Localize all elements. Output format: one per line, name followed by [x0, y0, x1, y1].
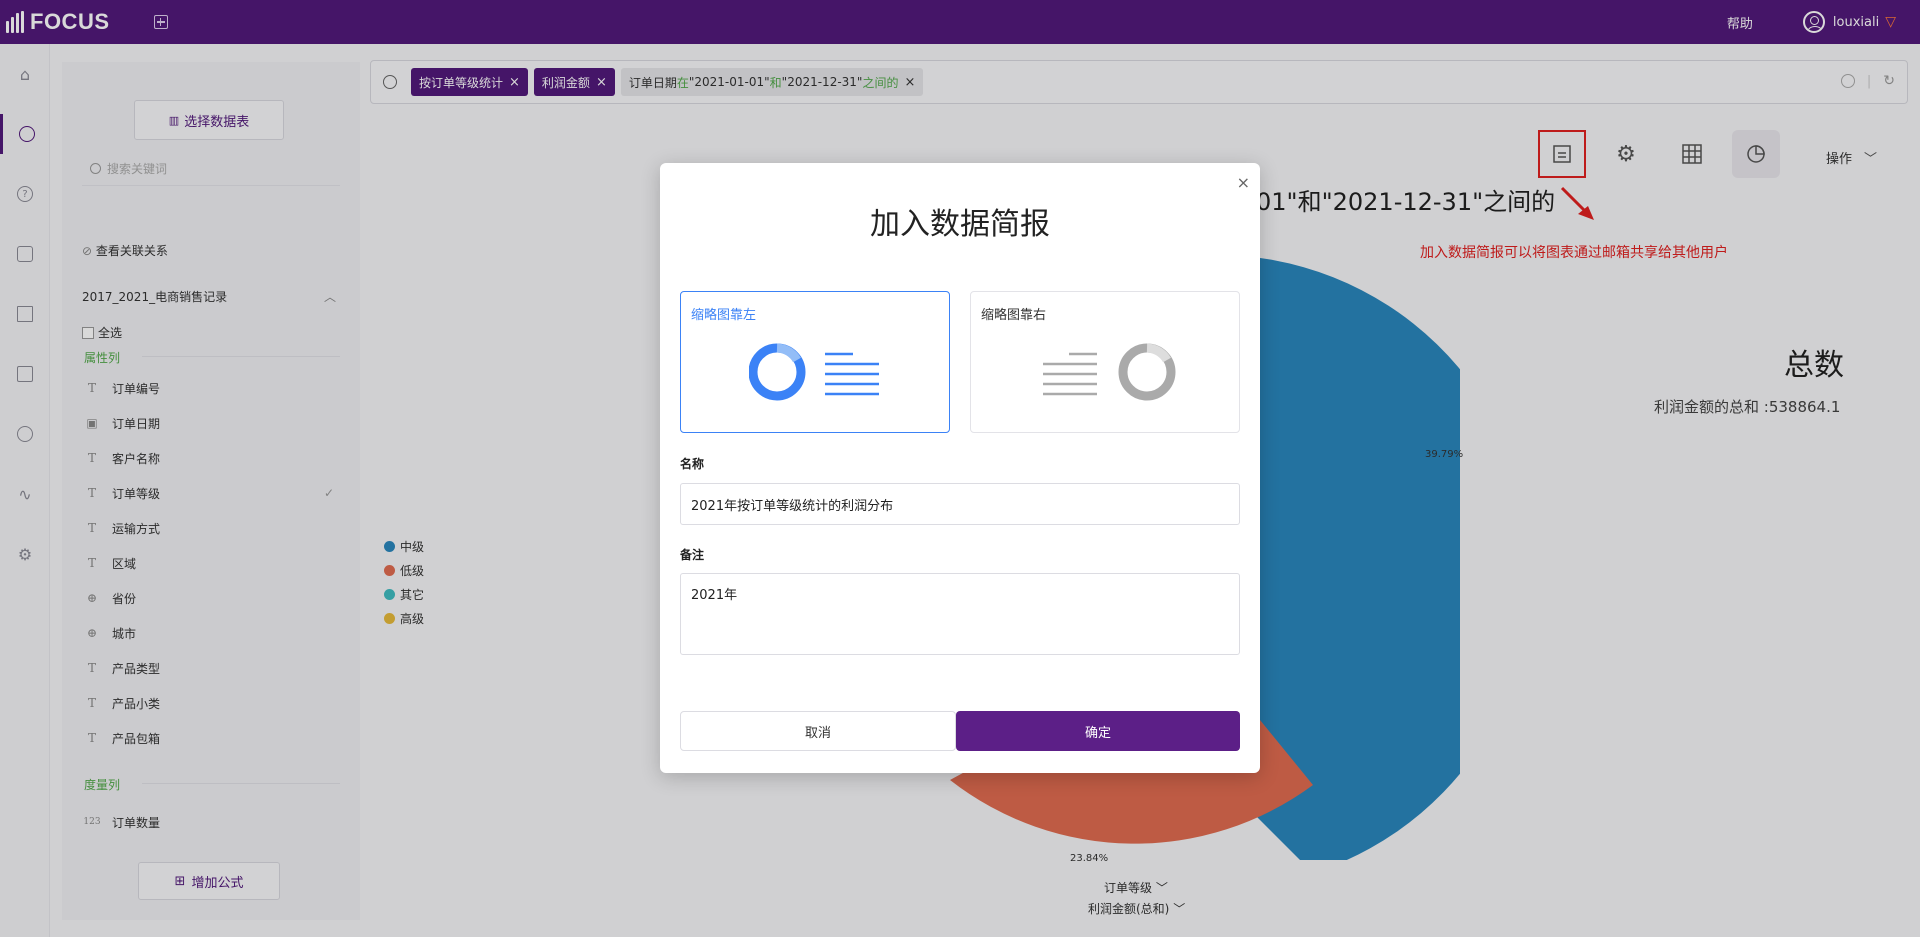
- note-field-label: 备注: [680, 548, 705, 562]
- layout-option-label: 缩略图靠右: [981, 308, 1047, 323]
- confirm-button[interactable]: 确定: [956, 711, 1240, 751]
- layout-option-label: 缩略图靠左: [691, 308, 757, 323]
- name-field-label: 名称: [680, 457, 705, 471]
- close-icon[interactable]: ×: [1237, 173, 1250, 192]
- note-textarea[interactable]: 2021年: [680, 573, 1240, 655]
- dialog-title: 加入数据简报: [870, 207, 1050, 242]
- layout-option-right[interactable]: 缩略图靠右: [970, 291, 1240, 433]
- name-input[interactable]: [680, 483, 1240, 525]
- cancel-button[interactable]: 取消: [680, 711, 956, 751]
- add-to-report-dialog: × 加入数据简报 缩略图靠左 缩略图靠右 名称 备注 2021年 取消 确定: [660, 163, 1260, 773]
- thumbnail-left-icon: [749, 343, 879, 401]
- thumbnail-right-icon: [1043, 343, 1176, 401]
- layout-option-left[interactable]: 缩略图靠左: [680, 291, 950, 433]
